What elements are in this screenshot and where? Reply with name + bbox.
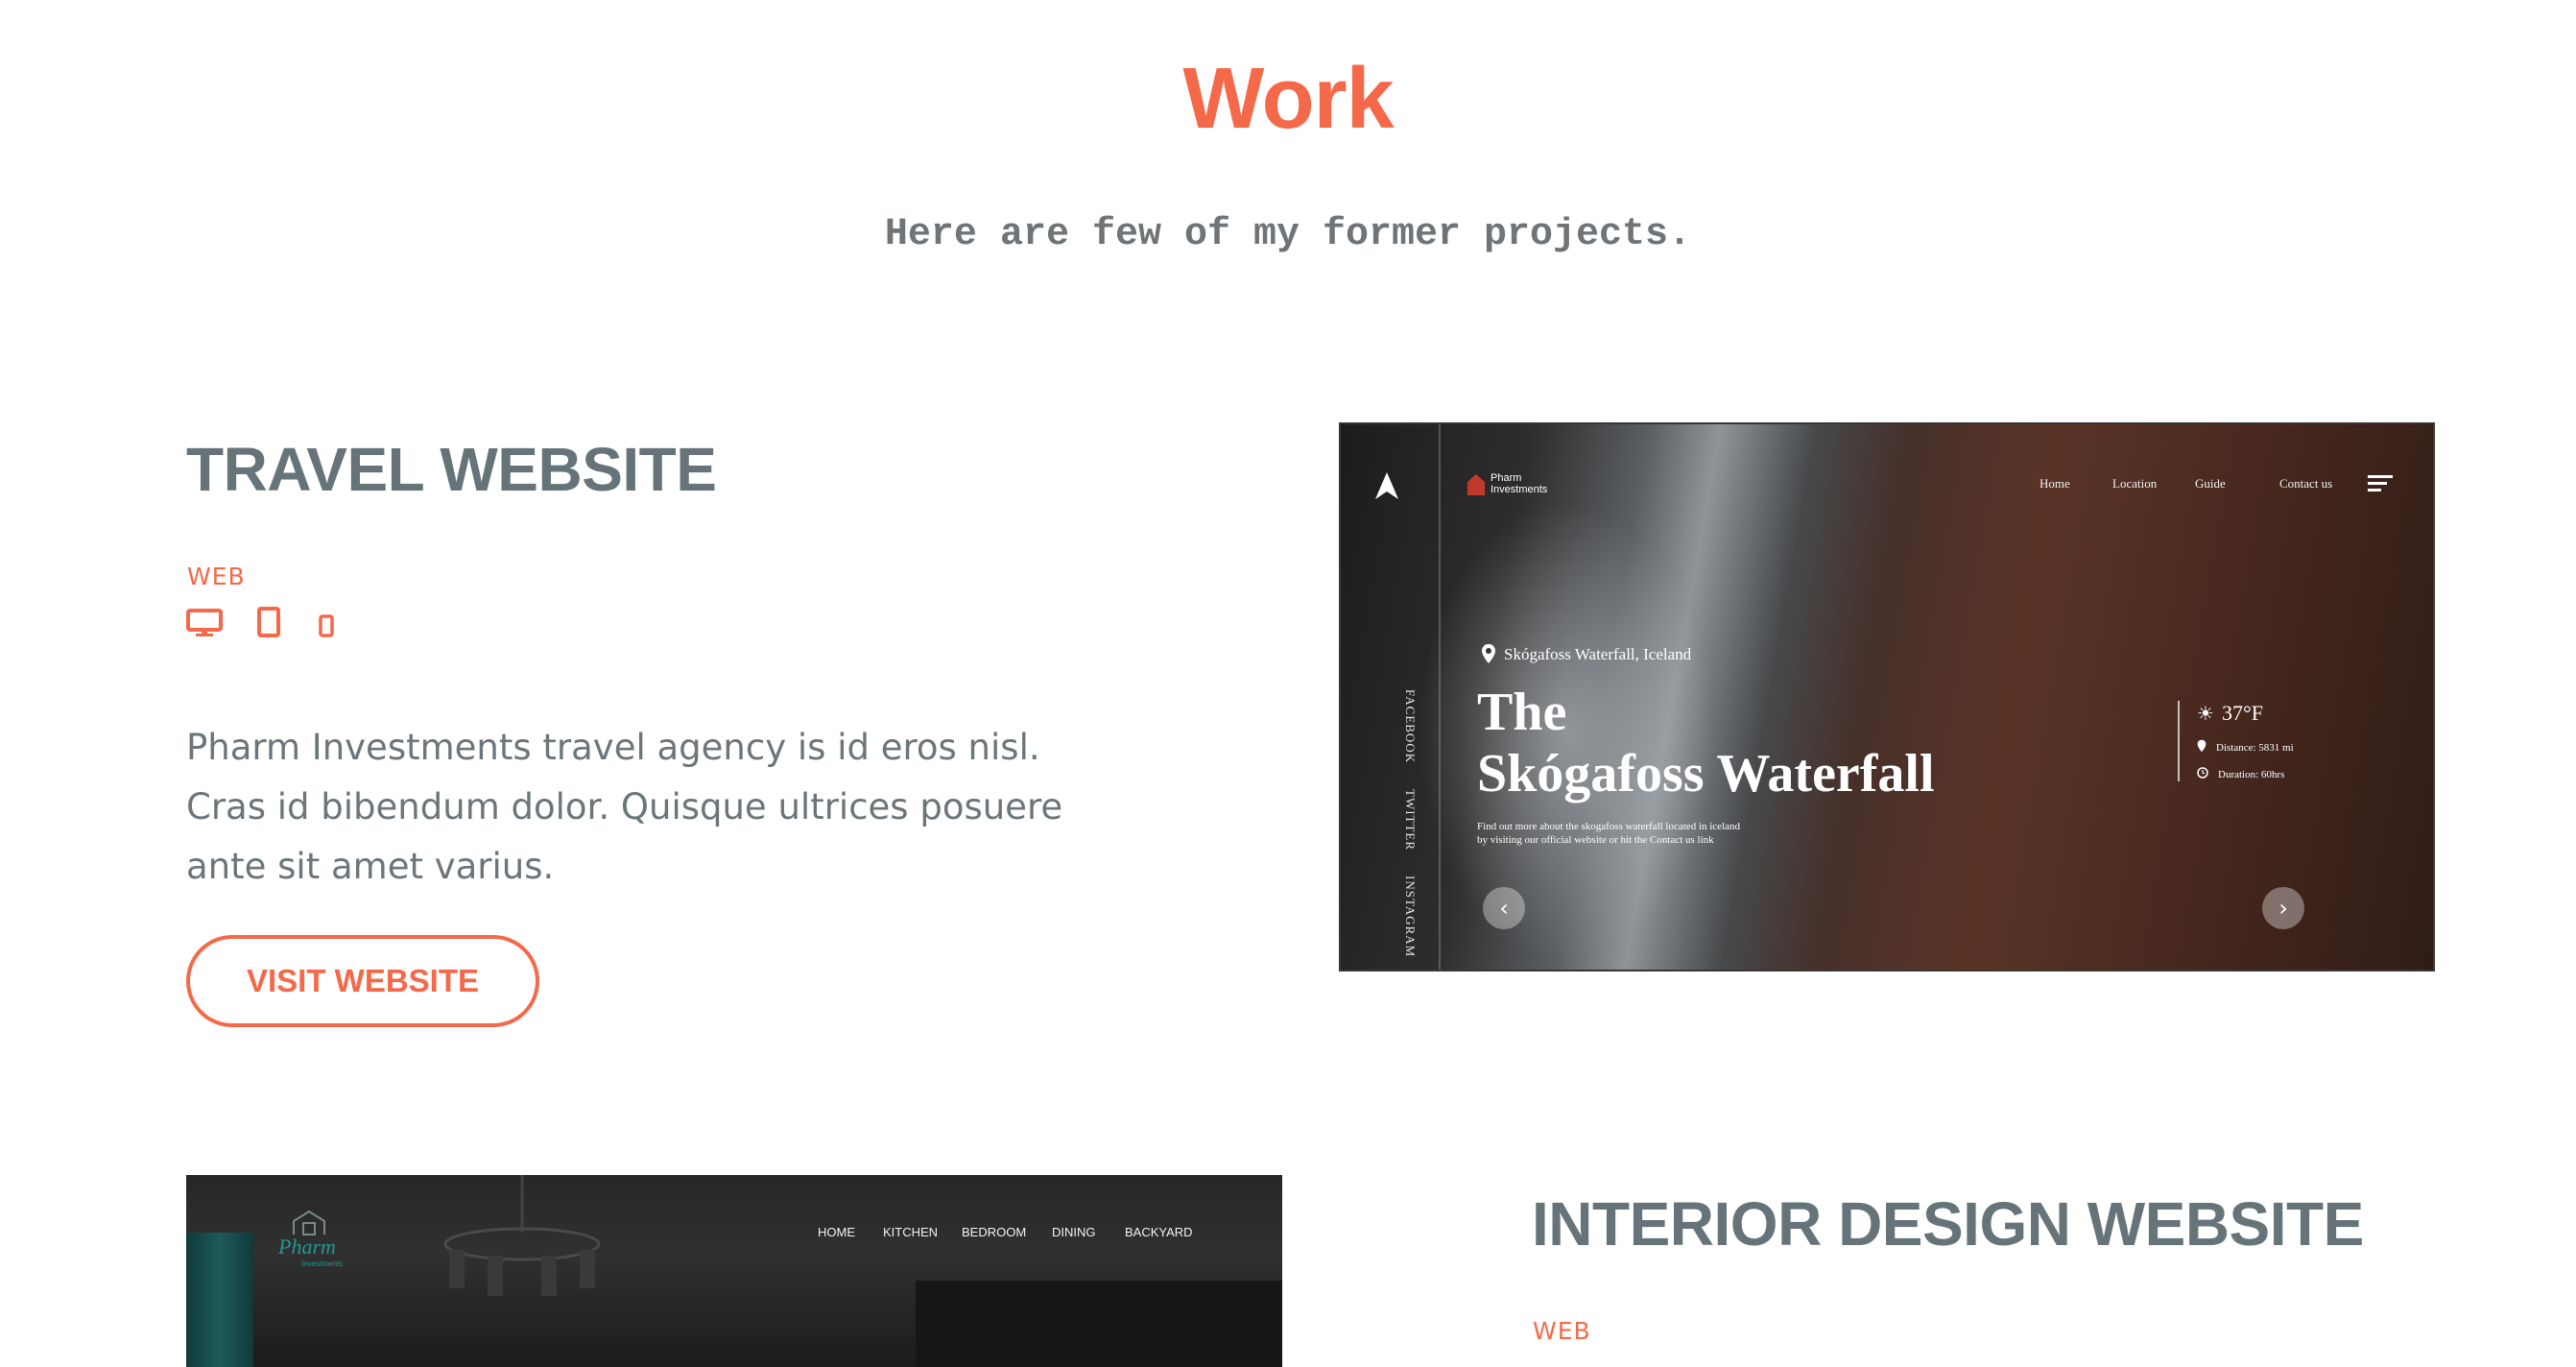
preview-heading: The Skógafoss Waterfall <box>1477 682 1935 804</box>
duration-row: Duration: 60hrs <box>2197 767 2294 781</box>
mobile-icon <box>319 614 334 642</box>
brand-name: Pharm Investments <box>1491 472 1547 495</box>
temperature-value: 37°F <box>2221 701 2263 725</box>
interior-wall-panel <box>916 1281 1282 1367</box>
preview-stats: ☀ 37°F Distance: 5831 mi Duration: 60hrs <box>2178 701 2294 781</box>
pin-small-icon <box>2197 739 2206 755</box>
distance-row: Distance: 5831 mi <box>2197 739 2294 755</box>
hamburger-menu-icon[interactable] <box>2368 474 2393 498</box>
project-tag: WEB <box>1533 1317 1591 1345</box>
duration-value: Duration: 60hrs <box>2218 768 2285 780</box>
location-pin-icon <box>1481 643 1496 669</box>
section-title: Work <box>1182 51 1394 147</box>
description-line: Cras id bibendum dolor. Quisque ultrices… <box>186 786 1063 827</box>
preview-prev-arrow[interactable]: ‹ <box>1483 887 1525 929</box>
interior-nav-home[interactable]: HOME <box>818 1225 855 1239</box>
interior-logo-sub: Investments <box>301 1259 344 1268</box>
clock-icon <box>2197 767 2208 781</box>
preview-location: Skógafoss Waterfall, Iceland <box>1504 645 1692 663</box>
desktop-icon <box>186 609 223 642</box>
interior-website-preview[interactable]: Pharm Investments HOME KITCHEN BEDROOM D… <box>186 1175 1282 1367</box>
project-title-interior: INTERIOR DESIGN WEBSITE <box>1532 1189 2364 1259</box>
device-icons <box>186 607 334 642</box>
interior-nav-bedroom[interactable]: BEDROOM <box>962 1225 1026 1239</box>
description-line: Pharm Investments travel agency is id er… <box>186 727 1040 768</box>
preview-nav-contact[interactable]: Contact us <box>2279 476 2332 492</box>
section-subtitle: Here are few of my former projects. <box>884 213 1692 256</box>
interior-nav-kitchen[interactable]: KITCHEN <box>883 1225 938 1239</box>
tablet-icon <box>257 607 280 642</box>
blurb-line: Find out more about the skogafoss waterf… <box>1477 821 1741 832</box>
description-line: ante sit amet varius. <box>186 846 555 887</box>
interior-curtain <box>186 1233 253 1367</box>
compass-arrow-icon <box>1373 470 1400 506</box>
preview-nav-home[interactable]: Home <box>2039 476 2070 492</box>
preview-nav-guide[interactable]: Guide <box>2195 476 2226 492</box>
interior-nav-backyard[interactable]: BACKYARD <box>1125 1225 1193 1239</box>
temperature-row: ☀ 37°F <box>2197 701 2294 726</box>
heading-line: The <box>1477 683 1567 742</box>
distance-value: Distance: 5831 mi <box>2216 741 2294 754</box>
chandelier-icon <box>426 1175 618 1314</box>
brand-line: Pharm <box>1491 472 1522 484</box>
travel-website-preview[interactable]: Pharm Investments Home Location Guide Co… <box>1339 422 2435 971</box>
project-description: Pharm Investments travel agency is id er… <box>186 718 1062 897</box>
interior-nav-dining[interactable]: DINING <box>1052 1225 1096 1239</box>
brand-line: Investments <box>1491 484 1548 495</box>
social-facebook[interactable]: FACEBOOK <box>1370 689 1418 763</box>
heading-line: Skógafoss Waterfall <box>1477 744 1935 803</box>
project-tag: WEB <box>187 563 246 590</box>
social-instagram[interactable]: INSTAGRAM <box>1370 875 1418 957</box>
preview-blurb: Find out more about the skogafoss waterf… <box>1477 820 1784 847</box>
blurb-line: by visiting our official website or hit … <box>1477 834 1714 846</box>
preview-sidebar-divider <box>1439 424 1441 970</box>
preview-nav-location[interactable]: Location <box>2112 476 2157 492</box>
visit-website-button[interactable]: VISIT WEBSITE <box>186 935 539 1027</box>
preview-next-arrow[interactable]: › <box>2262 887 2304 929</box>
interior-logo-text: Pharm <box>278 1235 336 1259</box>
project-title-travel: TRAVEL WEBSITE <box>186 435 717 504</box>
sun-icon: ☀ <box>2197 702 2214 725</box>
brand-logo-icon <box>1466 472 1487 502</box>
social-twitter[interactable]: TWITTER <box>1370 789 1418 851</box>
